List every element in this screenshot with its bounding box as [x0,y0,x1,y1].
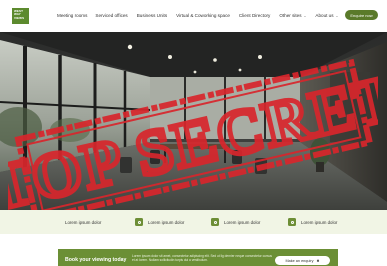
nav-link-label: About us [315,13,334,18]
office-interior-photo [0,32,387,210]
logo-line-3: VIEWS [14,15,25,20]
nav-link-label: Client Directory [238,13,271,18]
feature-item: Lorem ipsum dolor [135,217,184,227]
make-enquiry-button[interactable]: Make an enquiry ✖ [275,256,330,265]
chevron-down-icon: ⌄ [303,14,307,18]
feature-icon [135,218,143,226]
brand-logo[interactable]: WEST WAY VIEWS [12,8,29,24]
nav-link-other-sites[interactable]: Other sites ⌄ [279,13,306,18]
feature-icon [211,218,219,226]
feature-label: Lorem ipsum dolor [224,219,261,225]
nav-link-business-units[interactable]: Business Units [137,13,167,18]
top-nav: WEST WAY VIEWS Meeting rooms Serviced of… [0,0,387,32]
enquire-now-button[interactable]: Enquire now [345,10,378,20]
nav-link-label: Other sites [279,13,302,18]
feature-item: Lorem ipsum dolor [211,217,260,227]
feature-item: Lorem ipsum dolor [65,217,101,227]
nav-link-serviced-offices[interactable]: Serviced offices [95,13,127,18]
cta-title: Book your viewing today [65,257,127,263]
feature-label: Lorem ipsum dolor [65,219,102,225]
feature-label: Lorem ipsum dolor [148,219,185,225]
nav-link-virtual-coworking[interactable]: Virtual & Coworking space [176,13,230,18]
feature-icon [288,218,296,226]
nav-link-label: Virtual & Coworking space [176,13,230,18]
hero-image [0,32,387,210]
feature-item: Lorem ipsum dolor [288,217,337,227]
chevron-down-icon: ⌄ [335,14,339,18]
nav-link-about-us[interactable]: About us ⌄ [315,13,338,18]
nav-links: Meeting rooms Serviced offices Business … [57,13,338,18]
cta-body-text: Lorem ipsum dolor sit amet, consectetur … [132,254,272,263]
make-enquiry-label: Make an enquiry [285,258,314,263]
close-icon: ✖ [316,258,320,263]
feature-label: Lorem ipsum dolor [301,219,338,225]
nav-link-label: Meeting rooms [57,13,88,18]
nav-link-meeting-rooms[interactable]: Meeting rooms [57,13,87,18]
nav-link-label: Serviced offices [95,13,128,18]
nav-link-label: Business Units [136,13,168,18]
booking-cta-banner: Book your viewing today Lorem ipsum dolo… [58,249,338,266]
nav-link-client-directory[interactable]: Client Directory [239,13,270,18]
